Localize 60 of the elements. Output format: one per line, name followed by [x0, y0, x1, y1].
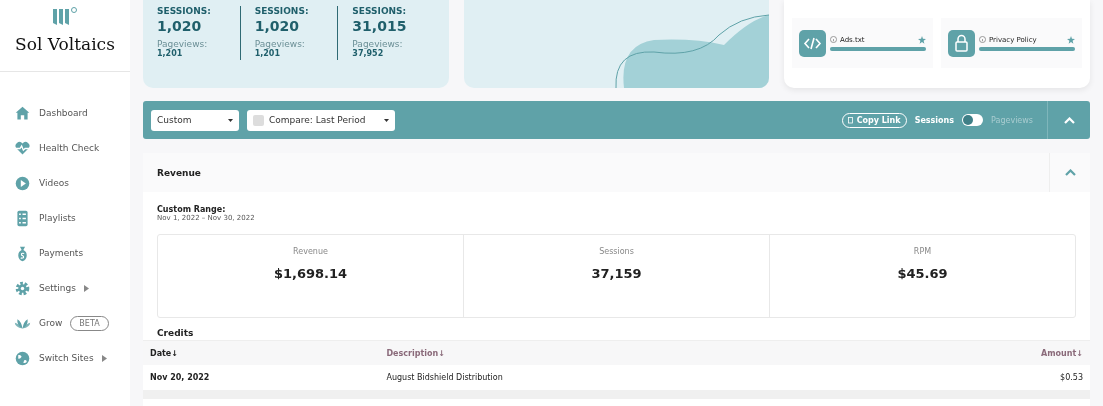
logo-icon [52, 6, 78, 26]
table-cell: August Bidshield Distribution [379, 365, 910, 390]
list-icon [14, 209, 31, 227]
metric-toggle[interactable] [962, 114, 984, 126]
code-icon [799, 29, 826, 57]
star-icon [918, 35, 926, 44]
play-icon [14, 174, 31, 192]
metric-value: $1,698.14 [273, 266, 348, 281]
column-header[interactable]: Date↓ [143, 340, 380, 365]
star-icon [1067, 35, 1075, 44]
table-cell: $0.53 [909, 365, 1090, 390]
nav-item[interactable]: Health Check [14, 137, 130, 159]
toggle-label: Sessions [914, 115, 955, 125]
nav-item[interactable]: Switch Sites [14, 347, 130, 369]
heart-icon [14, 139, 31, 157]
nav-item[interactable]: Dashboard [14, 102, 130, 124]
metric-value: 31,015 [352, 18, 408, 34]
range-dropdown[interactable]: Custom [151, 109, 239, 131]
range-label: Custom Range: [157, 205, 226, 214]
home-icon [14, 104, 31, 122]
copy-icon [847, 116, 854, 124]
metric-label: RPM [913, 247, 932, 256]
section-title: Credits [157, 328, 195, 338]
nav-item[interactable]: Playlists [14, 207, 130, 229]
metric-value: 37,159 [591, 266, 642, 281]
metric-label: SESSIONS: [352, 6, 408, 16]
gear-icon [14, 279, 31, 297]
table-cell: Nov 20, 2022 [143, 365, 380, 390]
panel-title: Revenue [157, 167, 201, 178]
metric-value: 1,020 [254, 18, 300, 34]
pageviews-label: Pageviews: [157, 39, 209, 49]
lock-icon [948, 29, 975, 57]
pageviews-label: Pageviews: [352, 39, 404, 49]
toggle-label: Pageviews [991, 115, 1033, 125]
pageviews-label: Pageviews: [254, 39, 306, 49]
nav-item[interactable]: Payments [14, 242, 130, 264]
metric-value: 1,020 [157, 18, 203, 34]
nav-item[interactable]: Grow BETA [14, 312, 130, 334]
chevron-up-icon [1064, 169, 1076, 176]
pageviews-value: 37,952 [352, 49, 384, 58]
info-icon [830, 36, 837, 43]
site-name: Sol Voltaics [15, 34, 115, 54]
metric-label: SESSIONS: [157, 6, 212, 16]
info-icon [979, 36, 986, 43]
pageviews-value: 1,201 [254, 49, 280, 58]
compare-dropdown[interactable]: Compare: Last Period [247, 109, 395, 131]
caret-icon [384, 118, 389, 122]
column-header[interactable]: Amount↓ [909, 340, 1090, 365]
metric-label: Sessions [599, 247, 634, 256]
column-header[interactable]: Description↓ [379, 340, 910, 365]
globe-icon [14, 349, 31, 367]
chevron-up-icon [1063, 116, 1075, 124]
metric-value: $45.69 [897, 266, 948, 281]
pageviews-value: 1,201 [157, 49, 183, 58]
nav-item[interactable]: Settings [14, 277, 130, 299]
compare-checkbox[interactable] [253, 114, 264, 126]
metric-label: SESSIONS: [254, 6, 310, 16]
metric-label: Revenue [293, 247, 328, 256]
caret-icon [228, 118, 233, 122]
nav-item[interactable]: Videos [14, 172, 130, 194]
